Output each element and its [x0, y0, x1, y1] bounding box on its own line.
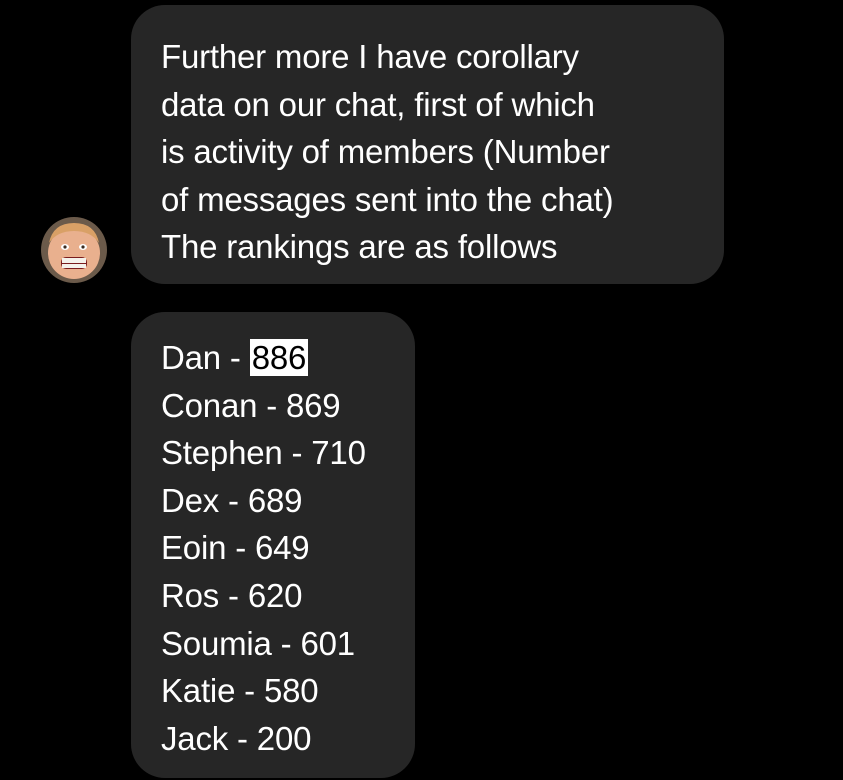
ranking-separator: -	[257, 386, 286, 424]
ranking-count: 710	[311, 434, 366, 472]
ranking-count: 200	[256, 719, 312, 757]
ranking-count: 580	[263, 672, 319, 710]
rankings-list: Dan - 886 Conan - 869 Stephen - 710 Dex - 6…	[161, 334, 385, 762]
ranking-name: Eoin	[161, 529, 227, 567]
ranking-item: Jack - 200	[161, 715, 385, 763]
ranking-name: Soumia	[161, 624, 272, 662]
ranking-item: Dex - 689	[161, 477, 385, 525]
ranking-separator: -	[220, 339, 250, 376]
ranking-name: Stephen	[161, 434, 283, 472]
ranking-item: Soumia - 601	[161, 620, 385, 668]
ranking-separator: -	[235, 672, 264, 710]
ranking-count: 620	[247, 576, 303, 614]
ranking-name: Katie	[161, 672, 236, 710]
ranking-separator: -	[271, 624, 301, 662]
ranking-item: Ros - 620	[161, 572, 385, 620]
ranking-count: 689	[247, 481, 303, 519]
ranking-item: Stephen - 710	[161, 429, 385, 477]
ranking-separator: -	[226, 529, 255, 567]
ranking-separator: -	[228, 719, 257, 757]
ranking-name: Conan	[161, 386, 258, 424]
ranking-name: Dan	[161, 339, 221, 376]
ranking-name: Ros	[161, 576, 220, 614]
ranking-item: Katie - 580	[161, 667, 385, 715]
ranking-name: Dex	[161, 481, 220, 519]
avatar-photo-icon	[41, 217, 107, 283]
message-text-intro: Further more I have corollary data on ou…	[161, 38, 614, 266]
ranking-item: Dan - 886	[161, 334, 385, 382]
sender-avatar[interactable]	[41, 217, 107, 283]
ranking-count: 869	[285, 386, 341, 424]
message-bubble-rankings[interactable]: Dan - 886 Conan - 869 Stephen - 710 Dex - 6…	[131, 312, 415, 778]
ranking-separator: -	[219, 576, 248, 614]
ranking-item: Eoin - 649	[161, 524, 385, 572]
ranking-separator: -	[219, 481, 248, 519]
ranking-separator: -	[282, 434, 312, 472]
ranking-count: 886	[249, 339, 309, 376]
ranking-item: Conan - 869	[161, 382, 385, 430]
ranking-count: 649	[254, 529, 310, 567]
ranking-name: Jack	[161, 719, 229, 757]
ranking-count: 601	[300, 624, 355, 662]
message-bubble-intro[interactable]: Further more I have corollary data on ou…	[131, 5, 724, 284]
